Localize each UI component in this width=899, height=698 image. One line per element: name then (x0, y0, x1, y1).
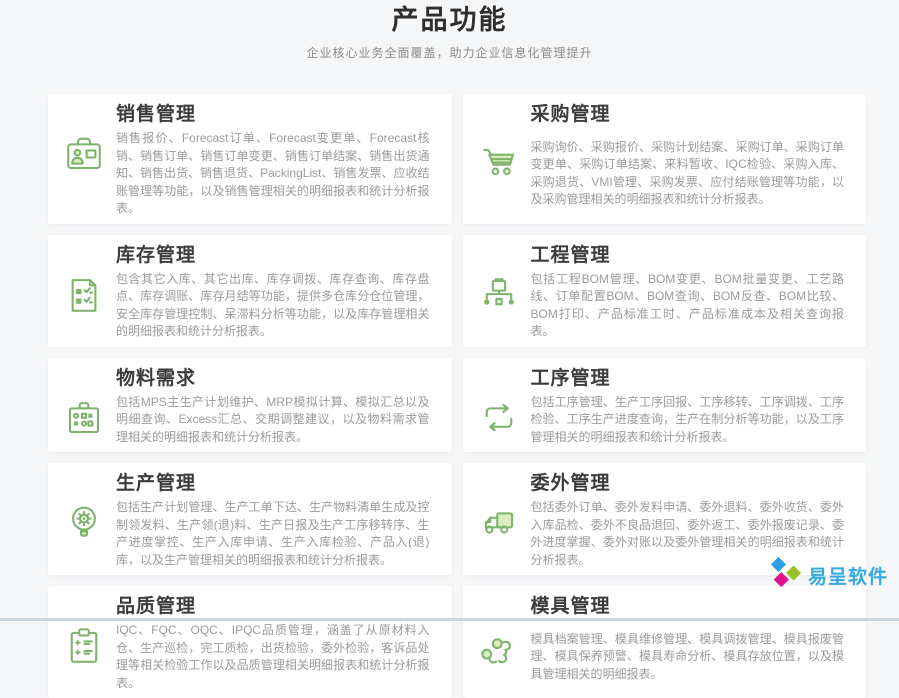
card-production: 生产管理 包括生产计划管理、生产工单下达、生产物料清单生成及控制领发料、生产领(… (48, 463, 452, 575)
card-sales: 销售管理 销售报价、Forecast订单、Forecast变更单、Forecas… (48, 94, 452, 224)
card-description: 模具档案管理、模具维修管理、模具调拨管理、模具报废管理、模具保养预警、模具寿命分… (531, 631, 845, 692)
card-title: 工程管理 (531, 244, 845, 268)
card-description: 包括MPS主生产计划维护、MRP模拟计算、模拟汇总以及明细查询、Excess汇总… (116, 394, 430, 447)
card-outsourcing: 委外管理 包括委外订单、委外发料申请、委外退料、委外收货、委外入库品检、委外不良… (463, 463, 867, 575)
page-subtitle: 企业核心业务全面覆盖，助力企业信息化管理提升 (0, 44, 899, 61)
id-badge-icon (63, 130, 116, 218)
card-description: IQC、FQC、OQC、IPQC品质管理，涵盖了从原材料入仓、生产巡检，完工质检… (116, 622, 430, 692)
quality-clipboard-icon (63, 622, 116, 692)
card-material-requirements: 物料需求 包括MPS主生产计划维护、MRP模拟计算、模拟汇总以及明细查询、Exc… (48, 358, 452, 453)
bom-tree-icon (478, 271, 531, 341)
card-process: 工序管理 包括工序管理、生产工序回报、工序移转、工序调拨、工序检验、工序生产进度… (463, 358, 867, 453)
card-title: 工序管理 (531, 367, 845, 391)
card-title: 销售管理 (116, 103, 430, 127)
cart-icon (478, 139, 531, 218)
card-inventory: 库存管理 包含其它入库、其它出库、库存调拨、库存查询、库存盘点、库存调账、库存月… (48, 235, 452, 347)
card-title: 物料需求 (116, 367, 430, 391)
card-description: 包括生产计划管理、生产工单下达、生产物料清单生成及控制领发料、生产领(退)料、生… (116, 499, 430, 569)
feature-card-grid: 销售管理 销售报价、Forecast订单、Forecast变更单、Forecas… (0, 94, 899, 698)
mold-icon (478, 631, 531, 692)
card-title: 品质管理 (116, 595, 430, 619)
card-description: 采购询价、采购报价、采购计划结案、采购订单、采购订单变更单、采购订单结案、来料暂… (531, 139, 845, 218)
card-engineering: 工程管理 包括工程BOM管理、BOM变更、BOM批量变更、工艺路线、订单配置BO… (463, 235, 867, 347)
card-title: 委外管理 (531, 472, 845, 496)
planning-board-icon (63, 394, 116, 447)
card-description: 包括委外订单、委外发料申请、委外退料、委外收货、委外入库品检、委外不良品退回、委… (531, 499, 845, 569)
card-description: 包括工程BOM管理、BOM变更、BOM批量变更、工艺路线、订单配置BOM、BOM… (531, 271, 845, 341)
card-title: 采购管理 (531, 103, 845, 136)
page-title: 产品功能 (0, 3, 899, 37)
card-description: 销售报价、Forecast订单、Forecast变更单、Forecast核销、销… (116, 130, 430, 218)
card-procurement: 采购管理 采购询价、采购报价、采购计划结案、采购订单、采购订单变更单、采购订单结… (463, 94, 867, 224)
truck-icon (478, 499, 531, 569)
card-mold: 模具管理 模具档案管理、模具维修管理、模具调拨管理、模具报废管理、模具保养预警、… (463, 586, 867, 698)
flow-arrows-icon (478, 394, 531, 447)
checklist-icon (63, 271, 116, 341)
card-description: 包含其它入库、其它出库、库存调拨、库存查询、库存盘点、库存调账、库存月结等功能，… (116, 271, 430, 341)
page-header: 产品功能 企业核心业务全面覆盖，助力企业信息化管理提升 (0, 0, 899, 61)
card-description: 包括工序管理、生产工序回报、工序移转、工序调拨、工序检验、工序生产进度查询，生产… (531, 394, 845, 447)
card-quality: 品质管理 IQC、FQC、OQC、IPQC品质管理，涵盖了从原材料入仓、生产巡检… (48, 586, 452, 698)
card-title: 生产管理 (116, 472, 430, 496)
bulb-gear-icon (63, 499, 116, 569)
card-title: 模具管理 (531, 595, 845, 628)
card-title: 库存管理 (116, 244, 430, 268)
